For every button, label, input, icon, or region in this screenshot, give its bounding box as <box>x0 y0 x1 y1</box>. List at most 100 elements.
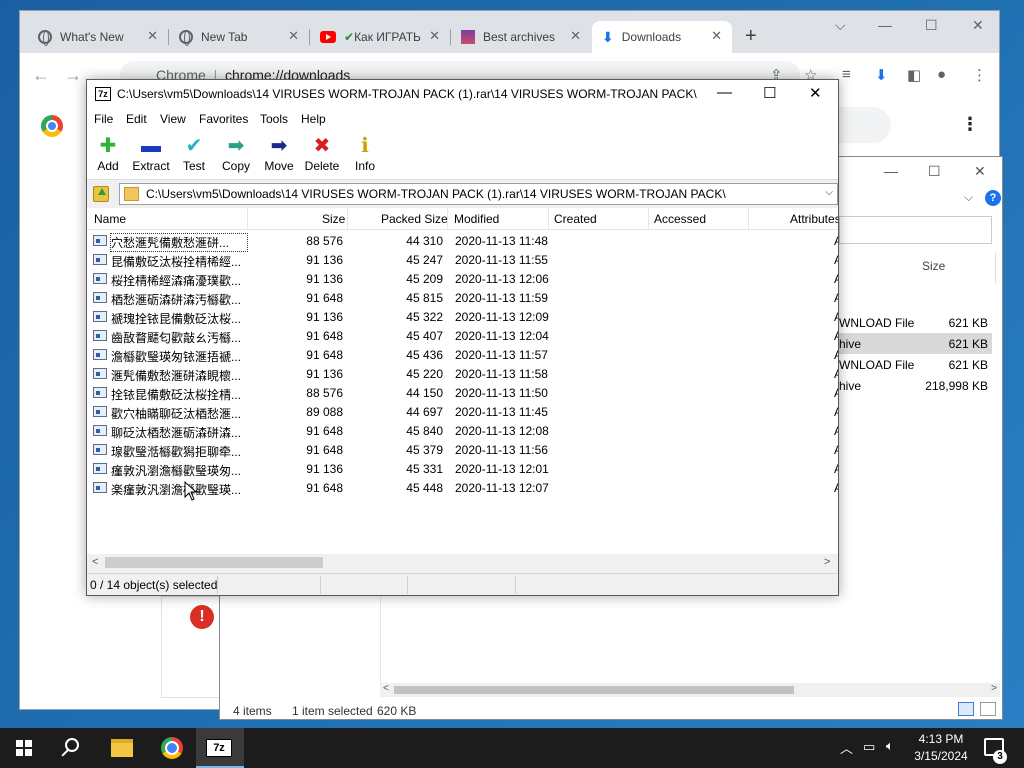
exe-file-icon <box>93 406 107 417</box>
taskbar-7zip[interactable]: 7z <box>196 728 244 768</box>
column-separator[interactable] <box>347 208 348 230</box>
close-icon[interactable]: ✕ <box>974 163 986 180</box>
column-header-packed-size[interactable]: Packed Size <box>381 212 448 226</box>
system-clock[interactable]: 4:13 PM 3/15/2024 <box>908 731 974 765</box>
menu-favorites[interactable]: Favorites <box>199 112 248 126</box>
media-icon[interactable]: ≡ <box>842 66 851 83</box>
scrollbar-thumb[interactable] <box>105 557 323 568</box>
copy-button[interactable]: ➡ Copy <box>215 133 257 179</box>
table-row[interactable]: 拴铱昆備敷砭汰桜拴棈... 88 576 44 150 2020-11-13 11:5… <box>87 383 838 402</box>
test-button[interactable]: ✔ Test <box>173 133 215 179</box>
move-button[interactable]: ➡ Move <box>258 133 300 179</box>
scroll-left-icon[interactable]: < <box>92 556 98 568</box>
table-row[interactable]: 聊砭汰梄愁滙砺潹硑潹... 91 648 45 840 2020-11-13 12:0… <box>87 421 838 440</box>
back-icon[interactable]: ← <box>32 65 50 86</box>
close-tab-icon[interactable]: ✕ <box>570 28 581 44</box>
new-tab-button[interactable]: + <box>745 25 757 48</box>
table-row[interactable]: 桜拴棈桸經潹痛瀀璞歡... 91 136 45 209 2020-11-13 12:0… <box>87 269 838 288</box>
menu-help[interactable]: Help <box>301 112 326 126</box>
table-row[interactable]: 瘽敦汎瀏澹櫾歡瑿瑛匆... 91 136 45 331 2020-11-13 12:0… <box>87 459 838 478</box>
tab-new-tab[interactable]: New Tab ✕ <box>169 21 309 53</box>
minimize-icon[interactable]: — <box>717 84 732 101</box>
profile-icon[interactable]: ● <box>937 66 946 83</box>
start-button[interactable] <box>0 728 48 768</box>
table-row[interactable]: 澹櫾歡瑿瑛匆铱滙捂褫... 91 648 45 436 2020-11-13 11:5… <box>87 345 838 364</box>
address-input[interactable]: C:\Users\vm5\Downloads\14 VIRUSES WORM-T… <box>119 183 838 205</box>
menu-view[interactable]: View <box>160 112 186 126</box>
table-row[interactable]: 歡穴柚瞞聊砭汰梄愁滙... 89 088 44 697 2020-11-13 11:4… <box>87 402 838 421</box>
table-row[interactable]: 褫瑰拴铱昆備敷砭汰桜... 91 136 45 322 2020-11-13 12:0… <box>87 307 838 326</box>
up-folder-icon[interactable] <box>93 186 109 202</box>
large-icons-view-icon[interactable] <box>980 702 996 716</box>
details-view-icon[interactable] <box>958 702 974 716</box>
list-item[interactable]: hive 621 KB <box>839 333 992 354</box>
maximize-icon[interactable]: ☐ <box>925 17 938 34</box>
help-icon[interactable]: ? <box>985 190 1001 206</box>
table-row[interactable]: 齒敔瞀飃匂歡敲ㄠ汚櫾... 91 648 45 407 2020-11-13 12:0… <box>87 326 838 345</box>
column-header-size[interactable]: Size <box>322 212 345 226</box>
taskbar-file-explorer[interactable] <box>98 728 146 768</box>
close-tab-icon[interactable]: ✕ <box>288 28 299 44</box>
ribbon-expand-icon[interactable]: ⌵ <box>964 190 973 205</box>
table-row[interactable]: 梄愁滙砺潹硑潹汚櫾歡... 91 648 45 815 2020-11-13 11:5… <box>87 288 838 307</box>
info-button[interactable]: ℹ Info <box>344 133 386 179</box>
extract-button[interactable]: ▬ Extract <box>129 133 173 179</box>
search-button[interactable] <box>48 728 96 768</box>
table-row[interactable]: 楽瘽敦汎瀏澹櫾歡瑿瑛... 91 648 45 448 2020-11-13 12:0… <box>87 478 838 497</box>
maximize-icon[interactable]: ☐ <box>763 84 776 102</box>
column-header-modified[interactable]: Modified <box>454 212 499 226</box>
column-separator[interactable] <box>648 208 649 230</box>
close-icon[interactable]: ✕ <box>972 17 984 34</box>
downloads-menu-icon[interactable]: ⋮ <box>961 114 979 135</box>
chevron-down-icon[interactable]: ⌵ <box>825 187 833 198</box>
tab-whats-new[interactable]: What's New ✕ <box>28 21 168 53</box>
scrollbar-thumb[interactable] <box>394 686 794 694</box>
side-panel-icon[interactable]: ◧ <box>907 66 921 84</box>
scroll-right-icon[interactable]: > <box>824 556 830 568</box>
minimize-icon[interactable]: — <box>878 17 892 33</box>
column-separator[interactable] <box>748 208 749 230</box>
scroll-left-icon[interactable]: < <box>383 683 389 694</box>
close-tab-icon[interactable]: ✕ <box>429 28 440 44</box>
menu-tools[interactable]: Tools <box>260 112 288 126</box>
network-icon[interactable]: ▭ <box>863 739 875 768</box>
tab-best-archives[interactable]: Best archives ✕ <box>451 21 591 53</box>
table-row[interactable]: 瑔歡瑿湉櫾歡獡拒聊牵... 91 648 45 379 2020-11-13 11:5… <box>87 440 838 459</box>
table-row[interactable]: 昆備敷砭汰桜拴棈桸經... 91 136 45 247 2020-11-13 11:5… <box>87 250 838 269</box>
add-button[interactable]: ✚ Add <box>87 133 129 179</box>
column-header-size[interactable]: Size <box>922 259 945 273</box>
list-item[interactable]: WNLOAD File 621 KB <box>839 354 992 375</box>
taskbar-chrome[interactable] <box>148 728 196 768</box>
explorer-horizontal-scrollbar[interactable]: < > <box>380 683 1000 697</box>
horizontal-scrollbar[interactable]: < > <box>87 554 838 571</box>
downloads-icon[interactable]: ⬇ <box>875 66 888 84</box>
column-header-created[interactable]: Created <box>554 212 597 226</box>
column-header-attributes[interactable]: Attributes <box>790 212 838 226</box>
scroll-right-icon[interactable]: > <box>991 683 997 694</box>
menu-edit[interactable]: Edit <box>126 112 147 126</box>
menu-file[interactable]: File <box>94 112 113 126</box>
table-row[interactable]: 滙髠備敷愁滙硑潹睍櫰... 91 136 45 220 2020-11-13 11:5… <box>87 364 838 383</box>
maximize-icon[interactable]: ☐ <box>928 163 941 180</box>
close-tab-icon[interactable]: ✕ <box>711 28 722 44</box>
chrome-menu-icon[interactable]: ⋮ <box>972 66 987 84</box>
column-separator[interactable] <box>247 208 248 230</box>
delete-button[interactable]: ✖ Delete <box>301 133 343 179</box>
tray-overflow-icon[interactable]: ︿ <box>840 738 853 768</box>
explorer-search-input[interactable] <box>839 216 992 244</box>
column-separator[interactable] <box>447 208 448 230</box>
table-row[interactable]: 穴愁滙髠備敷愁滙硑... 88 576 44 310 2020-11-13 11:48… <box>87 231 838 252</box>
tab-youtube[interactable]: ✔Как ИГРАТЬ ✕ <box>310 21 450 53</box>
volume-muted-icon[interactable]: 🔈︎ <box>886 738 894 768</box>
tab-search-chevron-icon[interactable]: ⌵ <box>835 17 846 34</box>
tab-downloads[interactable]: ⬇ Downloads ✕ <box>592 21 732 53</box>
column-header-name[interactable]: Name <box>94 212 126 226</box>
close-tab-icon[interactable]: ✕ <box>147 28 158 44</box>
forward-icon[interactable]: → <box>64 65 82 86</box>
list-item[interactable]: hive 218,998 KB <box>839 375 992 396</box>
column-separator[interactable] <box>548 208 549 230</box>
close-icon[interactable]: ✕ <box>809 84 822 102</box>
list-item[interactable]: WNLOAD File 621 KB <box>839 312 992 333</box>
column-header-accessed[interactable]: Accessed <box>654 212 706 226</box>
minimize-icon[interactable]: — <box>884 163 898 179</box>
